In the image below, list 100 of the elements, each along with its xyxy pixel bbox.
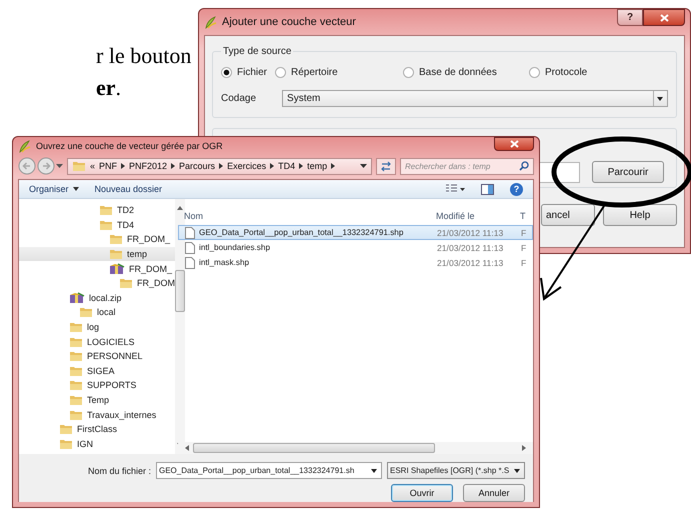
vertical-scrollbar[interactable]: [175, 199, 185, 454]
breadcrumb-item[interactable]: PNF2012: [129, 161, 168, 171]
tree-item[interactable]: FR_DOM_: [19, 232, 175, 247]
close-icon: [510, 140, 518, 148]
folder-icon: [69, 321, 83, 334]
tree-item[interactable]: log: [19, 320, 175, 334]
column-header[interactable]: Modifié le: [436, 211, 520, 221]
radio-button[interactable]: [221, 67, 232, 78]
horizontal-scrollbar[interactable]: [178, 442, 533, 454]
cancel-button[interactable]: ancel: [541, 204, 595, 226]
document-text: er.: [96, 74, 122, 102]
document-text: r le bouton: [96, 42, 192, 70]
browse-button[interactable]: Parcourir: [592, 161, 664, 183]
filename-field[interactable]: GEO_Data_Portal__pop_urban_total__1332324791.sh: [156, 462, 382, 479]
tree-item[interactable]: temp: [19, 246, 175, 262]
tree-item[interactable]: IGN: [19, 436, 175, 452]
address-bar[interactable]: « PNF PNF2012 Parcours Exercices TD4 temp: [67, 158, 372, 174]
breadcrumb-item[interactable]: Exercices: [227, 161, 266, 171]
caret-icon[interactable]: [56, 164, 63, 168]
open-button[interactable]: Ouvrir: [391, 484, 453, 502]
radio-button[interactable]: [529, 67, 540, 78]
help-button[interactable]: Help: [603, 204, 677, 226]
table-cell-text: F: [521, 258, 528, 268]
help-button[interactable]: ?: [617, 9, 643, 26]
modified-date: 21/03/2012 11:13: [437, 242, 504, 252]
chevron-icon: [171, 163, 176, 169]
search-field[interactable]: Rechercher dans : temp: [400, 158, 534, 174]
breadcrumb-item[interactable]: TD4: [278, 161, 296, 171]
folder-icon: [69, 408, 83, 421]
chevron-icon: [219, 163, 224, 169]
folder-icon: [69, 394, 83, 406]
breadcrumb-item[interactable]: temp: [307, 161, 328, 171]
refresh-button[interactable]: [376, 158, 396, 174]
tree-item[interactable]: FR_DOM: [19, 276, 175, 291]
chevron-icon: [331, 163, 336, 169]
tree-item[interactable]: TD4: [19, 218, 175, 232]
file-name: intl_boundaries.shp: [199, 243, 270, 252]
view-options-icon[interactable]: [445, 184, 465, 194]
tree-item[interactable]: FR_DOM_: [19, 261, 175, 276]
folder-icon: [69, 364, 83, 377]
radio-label: Répertoire: [291, 67, 338, 78]
radio-label: Protocole: [545, 67, 588, 78]
window-title: Ajouter une couche vecteur: [222, 16, 356, 28]
tree-item[interactable]: FirstClass: [19, 422, 175, 436]
tree-item[interactable]: local.zip: [19, 290, 175, 306]
radio-button[interactable]: [403, 67, 414, 78]
radio-button[interactable]: [275, 67, 286, 78]
new-folder-button[interactable]: Nouveau dossier: [94, 184, 162, 194]
column-header[interactable]: T: [520, 211, 530, 221]
file-row[interactable]: GEO_Data_Portal__pop_urban_total__1332324791.shp 21/03/2012 11:13 F: [178, 225, 533, 240]
folder-icon: [79, 306, 93, 318]
tree-item[interactable]: PERSONNEL: [19, 348, 175, 364]
tree-item[interactable]: SIGEA: [19, 364, 175, 378]
file-type-dropdown[interactable]: ESRI Shapefiles [OGR] (*.shp *.S: [387, 462, 525, 479]
tree-item[interactable]: Travaux_internes: [19, 407, 175, 422]
encoding-dropdown[interactable]: System: [282, 90, 668, 107]
table-cell-text: F: [521, 242, 528, 252]
tree-item[interactable]: SUPPORTS: [19, 378, 175, 393]
back-button[interactable]: [18, 157, 36, 175]
file-row[interactable]: intl_boundaries.shp 21/03/2012 11:13 F: [178, 240, 533, 255]
forward-button[interactable]: [37, 157, 55, 175]
file-row[interactable]: intl_mask.shp 21/03/2012 11:13 F: [178, 255, 533, 270]
tree-item[interactable]: TD2: [19, 203, 175, 218]
group-title: Type de source: [222, 46, 292, 57]
folder-icon: [99, 218, 113, 231]
close-button[interactable]: [643, 9, 685, 26]
chevron-icon: [270, 163, 274, 169]
search-icon: [519, 160, 529, 170]
tree-item[interactable]: local: [19, 305, 175, 320]
folder-icon: [99, 204, 113, 216]
file-name: GEO_Data_Portal__pop_urban_total__1332324791.shp: [199, 228, 404, 237]
app-icon: [204, 16, 217, 28]
folder-icon: [69, 336, 83, 348]
close-icon: [660, 14, 668, 22]
organize-button[interactable]: Organiser: [29, 184, 79, 194]
close-button[interactable]: [494, 137, 534, 151]
preview-pane-icon[interactable]: [481, 184, 494, 194]
field-label: Nom du fichier :: [88, 466, 151, 476]
modified-date: 21/03/2012 11:13: [437, 228, 504, 238]
column-header[interactable]: Nom: [178, 211, 436, 221]
folder-icon: [109, 233, 123, 246]
breadcrumb-item[interactable]: Parcours: [179, 161, 216, 171]
app-icon: [18, 140, 31, 152]
dropdown-value: System: [286, 93, 322, 104]
radio-label: Base de données: [419, 67, 497, 78]
chevron-icon: [121, 163, 126, 169]
table-cell-text: F: [521, 228, 528, 238]
radio-label: Fichier: [237, 67, 268, 78]
tree-item[interactable]: LOGICIELS: [19, 334, 175, 349]
field-label: Codage: [221, 93, 256, 104]
folder-icon: [59, 423, 73, 436]
help-button[interactable]: ?: [510, 182, 523, 196]
folder-icon: [59, 438, 73, 450]
breadcrumb-overflow[interactable]: «: [90, 161, 96, 171]
breadcrumb-item[interactable]: PNF: [99, 161, 118, 171]
cancel-button[interactable]: Annuler: [463, 484, 525, 502]
tree-item[interactable]: Temp: [19, 392, 175, 408]
archive-icon: [69, 292, 85, 304]
folder-icon: [69, 350, 83, 362]
caret-icon[interactable]: [360, 164, 367, 168]
